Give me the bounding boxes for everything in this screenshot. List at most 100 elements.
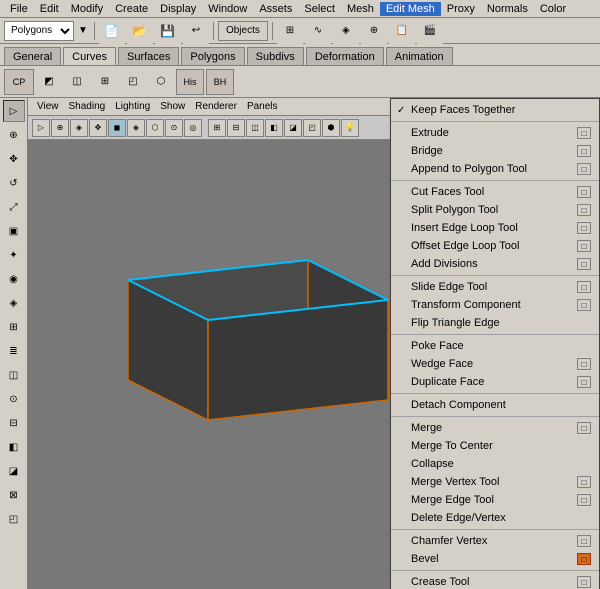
save-scene-btn[interactable]: 💾 <box>155 18 181 44</box>
shelf-icon5[interactable]: ⬡ <box>148 69 174 95</box>
soft-mod-btn[interactable]: ✦ <box>3 244 25 266</box>
shelf-bh[interactable]: BH <box>206 69 234 95</box>
tab-polygons[interactable]: Polygons <box>181 47 244 65</box>
move-btn[interactable]: ✥ <box>3 148 25 170</box>
vp-lasso-btn[interactable]: ⊕ <box>51 119 69 137</box>
dropdown-detach[interactable]: Detach Component <box>391 396 599 414</box>
tab-deformation[interactable]: Deformation <box>306 47 384 65</box>
vp-btn10[interactable]: ⊞ <box>208 119 226 137</box>
select-tool-btn[interactable]: ▷ <box>3 100 25 122</box>
snap-point-btn[interactable]: ◈ <box>333 18 359 44</box>
menu-color[interactable]: Color <box>534 2 572 16</box>
undo-btn[interactable]: ↩ <box>183 18 209 44</box>
snap-grid-btn[interactable]: ⊞ <box>277 18 303 44</box>
new-scene-btn[interactable]: 📄 <box>99 18 125 44</box>
dropdown-merge[interactable]: Merge □ <box>391 419 599 437</box>
dropdown-split-polygon[interactable]: Split Polygon Tool □ <box>391 201 599 219</box>
dropdown-flip-triangle[interactable]: Flip Triangle Edge <box>391 314 599 332</box>
split-polygon-options[interactable]: □ <box>577 204 591 216</box>
menu-display[interactable]: Display <box>154 2 202 16</box>
dropdown-poke[interactable]: Poke Face <box>391 337 599 355</box>
artisan-btn[interactable]: ◈ <box>3 292 25 314</box>
vp-menu-show[interactable]: Show <box>155 101 190 112</box>
tab-general[interactable]: General <box>4 47 61 65</box>
render-btn[interactable]: 🎬 <box>417 18 443 44</box>
tab-subdivs[interactable]: Subdivs <box>247 47 304 65</box>
dropdown-chamfer[interactable]: Chamfer Vertex □ <box>391 532 599 550</box>
dropdown-merge-vertex[interactable]: Merge Vertex Tool □ <box>391 473 599 491</box>
dropdown-collapse[interactable]: Collapse <box>391 455 599 473</box>
tab-surfaces[interactable]: Surfaces <box>118 47 179 65</box>
dropdown-bridge[interactable]: Bridge □ <box>391 142 599 160</box>
shelf-cp[interactable]: CP <box>4 69 34 95</box>
merge-options[interactable]: □ <box>577 422 591 434</box>
objects-label-btn[interactable]: Objects <box>218 21 268 41</box>
universal-btn[interactable]: ▣ <box>3 220 25 242</box>
vp-btn17[interactable]: 💡 <box>341 119 359 137</box>
vp-btn12[interactable]: ◫ <box>246 119 264 137</box>
vp-btn9[interactable]: ◎ <box>184 119 202 137</box>
history-btn[interactable]: 📋 <box>389 18 415 44</box>
vp-menu-panels[interactable]: Panels <box>242 101 283 112</box>
dropdown-dup-face[interactable]: Duplicate Face □ <box>391 373 599 391</box>
scale-btn[interactable]: ⤢ <box>3 196 25 218</box>
tab-animation[interactable]: Animation <box>386 47 453 65</box>
skin-btn[interactable]: ⊟ <box>3 412 25 434</box>
bridge-options[interactable]: □ <box>577 145 591 157</box>
vp-btn7[interactable]: ⬡ <box>146 119 164 137</box>
append-options[interactable]: □ <box>577 163 591 175</box>
menu-edit[interactable]: Edit <box>34 2 65 16</box>
open-scene-btn[interactable]: 📂 <box>127 18 153 44</box>
vp-btn13[interactable]: ◧ <box>265 119 283 137</box>
dropdown-wedge[interactable]: Wedge Face □ <box>391 355 599 373</box>
vp-btn16[interactable]: ⬢ <box>322 119 340 137</box>
dropdown-delete-edge[interactable]: Delete Edge/Vertex <box>391 509 599 527</box>
dropdown-extrude[interactable]: Extrude □ <box>391 124 599 142</box>
vp-btn15[interactable]: ◰ <box>303 119 321 137</box>
menu-assets[interactable]: Assets <box>253 2 298 16</box>
crease-options[interactable]: □ <box>577 576 591 588</box>
shelf-icon2[interactable]: ◫ <box>64 69 90 95</box>
shelf-his[interactable]: His <box>176 69 204 95</box>
dropdown-crease[interactable]: Crease Tool □ <box>391 573 599 589</box>
vp-move-btn[interactable]: ✥ <box>89 119 107 137</box>
chamfer-options[interactable]: □ <box>577 535 591 547</box>
dropdown-insert-edge[interactable]: Insert Edge Loop Tool □ <box>391 219 599 237</box>
snap-curve-btn[interactable]: ∿ <box>305 18 331 44</box>
dropdown-slide-edge[interactable]: Slide Edge Tool □ <box>391 278 599 296</box>
vp-menu-renderer[interactable]: Renderer <box>190 101 242 112</box>
vp-btn6[interactable]: ◈ <box>127 119 145 137</box>
menu-file[interactable]: File <box>4 2 34 16</box>
merge-edge-options[interactable]: □ <box>577 494 591 506</box>
menu-normals[interactable]: Normals <box>481 2 534 16</box>
vp-menu-shading[interactable]: Shading <box>64 101 111 112</box>
joint-btn[interactable]: ◫ <box>3 364 25 386</box>
wedge-options[interactable]: □ <box>577 358 591 370</box>
cluster-btn[interactable]: ≣ <box>3 340 25 362</box>
dropdown-cut-faces[interactable]: Cut Faces Tool □ <box>391 183 599 201</box>
vp-btn5[interactable]: ◼ <box>108 119 126 137</box>
dropdown-merge-center[interactable]: Merge To Center <box>391 437 599 455</box>
dropdown-append[interactable]: Append to Polygon Tool □ <box>391 160 599 178</box>
vp-btn11[interactable]: ⊟ <box>227 119 245 137</box>
measure-btn[interactable]: ◰ <box>3 508 25 530</box>
dropdown-keep-faces[interactable]: Keep Faces Together <box>391 101 599 119</box>
dup-face-options[interactable]: □ <box>577 376 591 388</box>
menu-proxy[interactable]: Proxy <box>441 2 481 16</box>
dropdown-merge-edge[interactable]: Merge Edge Tool □ <box>391 491 599 509</box>
menu-select[interactable]: Select <box>298 2 341 16</box>
dropdown-bevel[interactable]: Bevel □ <box>391 550 599 568</box>
curve-btn[interactable]: ◪ <box>3 460 25 482</box>
vp-btn14[interactable]: ◪ <box>284 119 302 137</box>
dropdown-offset-edge[interactable]: Offset Edge Loop Tool □ <box>391 237 599 255</box>
lasso-btn[interactable]: ⊕ <box>3 124 25 146</box>
vp-menu-lighting[interactable]: Lighting <box>110 101 155 112</box>
vp-select-btn[interactable]: ▷ <box>32 119 50 137</box>
snap-view-btn[interactable]: ⊕ <box>361 18 387 44</box>
menu-window[interactable]: Window <box>202 2 253 16</box>
polygon-select[interactable]: Polygons Objects Components <box>4 21 74 41</box>
insert-edge-options[interactable]: □ <box>577 222 591 234</box>
shelf-icon1[interactable]: ◩ <box>36 69 62 95</box>
vp-btn8[interactable]: ⊙ <box>165 119 183 137</box>
slide-edge-options[interactable]: □ <box>577 281 591 293</box>
